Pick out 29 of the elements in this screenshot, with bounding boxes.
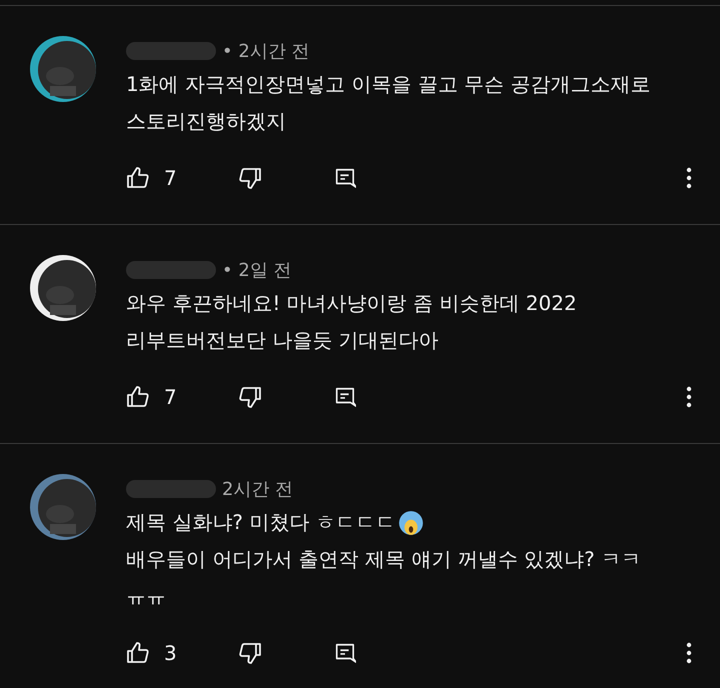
thumbs-down-icon	[238, 641, 262, 665]
thumbs-down-icon	[238, 166, 262, 190]
like-button[interactable]: 7	[126, 385, 238, 409]
thumbs-down-icon	[238, 385, 262, 409]
thumbs-up-icon	[126, 641, 150, 665]
comment-text: ㅠㅠ	[126, 583, 166, 610]
comment-text: 리부트버전보단 나을듯 기대된다아	[126, 327, 439, 354]
comment-text: 와우 후끈하네요! 마녀사냥이랑 좀 비슷한데 2022	[126, 290, 577, 317]
comment-text: 스토리진행하겠지	[126, 108, 286, 135]
more-options-button[interactable]	[686, 166, 692, 190]
comment-text: 제목 실화냐? 미쳤다 ㅎㄷㄷㄷ	[126, 509, 396, 536]
more-icon	[686, 385, 692, 409]
comment-icon	[334, 386, 356, 408]
comment-time: • 2일 전	[222, 259, 292, 282]
thumbs-up-icon	[126, 166, 150, 190]
more-icon	[686, 641, 692, 665]
comment-text: 배우들이 어디가서 출연작 제목 얘기 꺼낼수 있겠냐? ㅋㅋ	[126, 546, 642, 573]
comment-time: 2시간 전	[222, 478, 294, 501]
comment-icon	[334, 167, 356, 189]
emoji-icon	[398, 510, 424, 536]
like-button[interactable]: 3	[126, 641, 238, 665]
comment-icon	[334, 642, 356, 664]
more-options-button[interactable]	[686, 641, 692, 665]
more-icon	[686, 166, 692, 190]
like-button[interactable]: 7	[126, 166, 238, 190]
comment-text: 1화에 자극적인장면넣고 이목을 끌고 무슨 공감개그소재로	[126, 71, 651, 98]
thumbs-up-icon	[126, 385, 150, 409]
more-options-button[interactable]	[686, 385, 692, 409]
comment-time: • 2시간 전	[222, 40, 310, 63]
